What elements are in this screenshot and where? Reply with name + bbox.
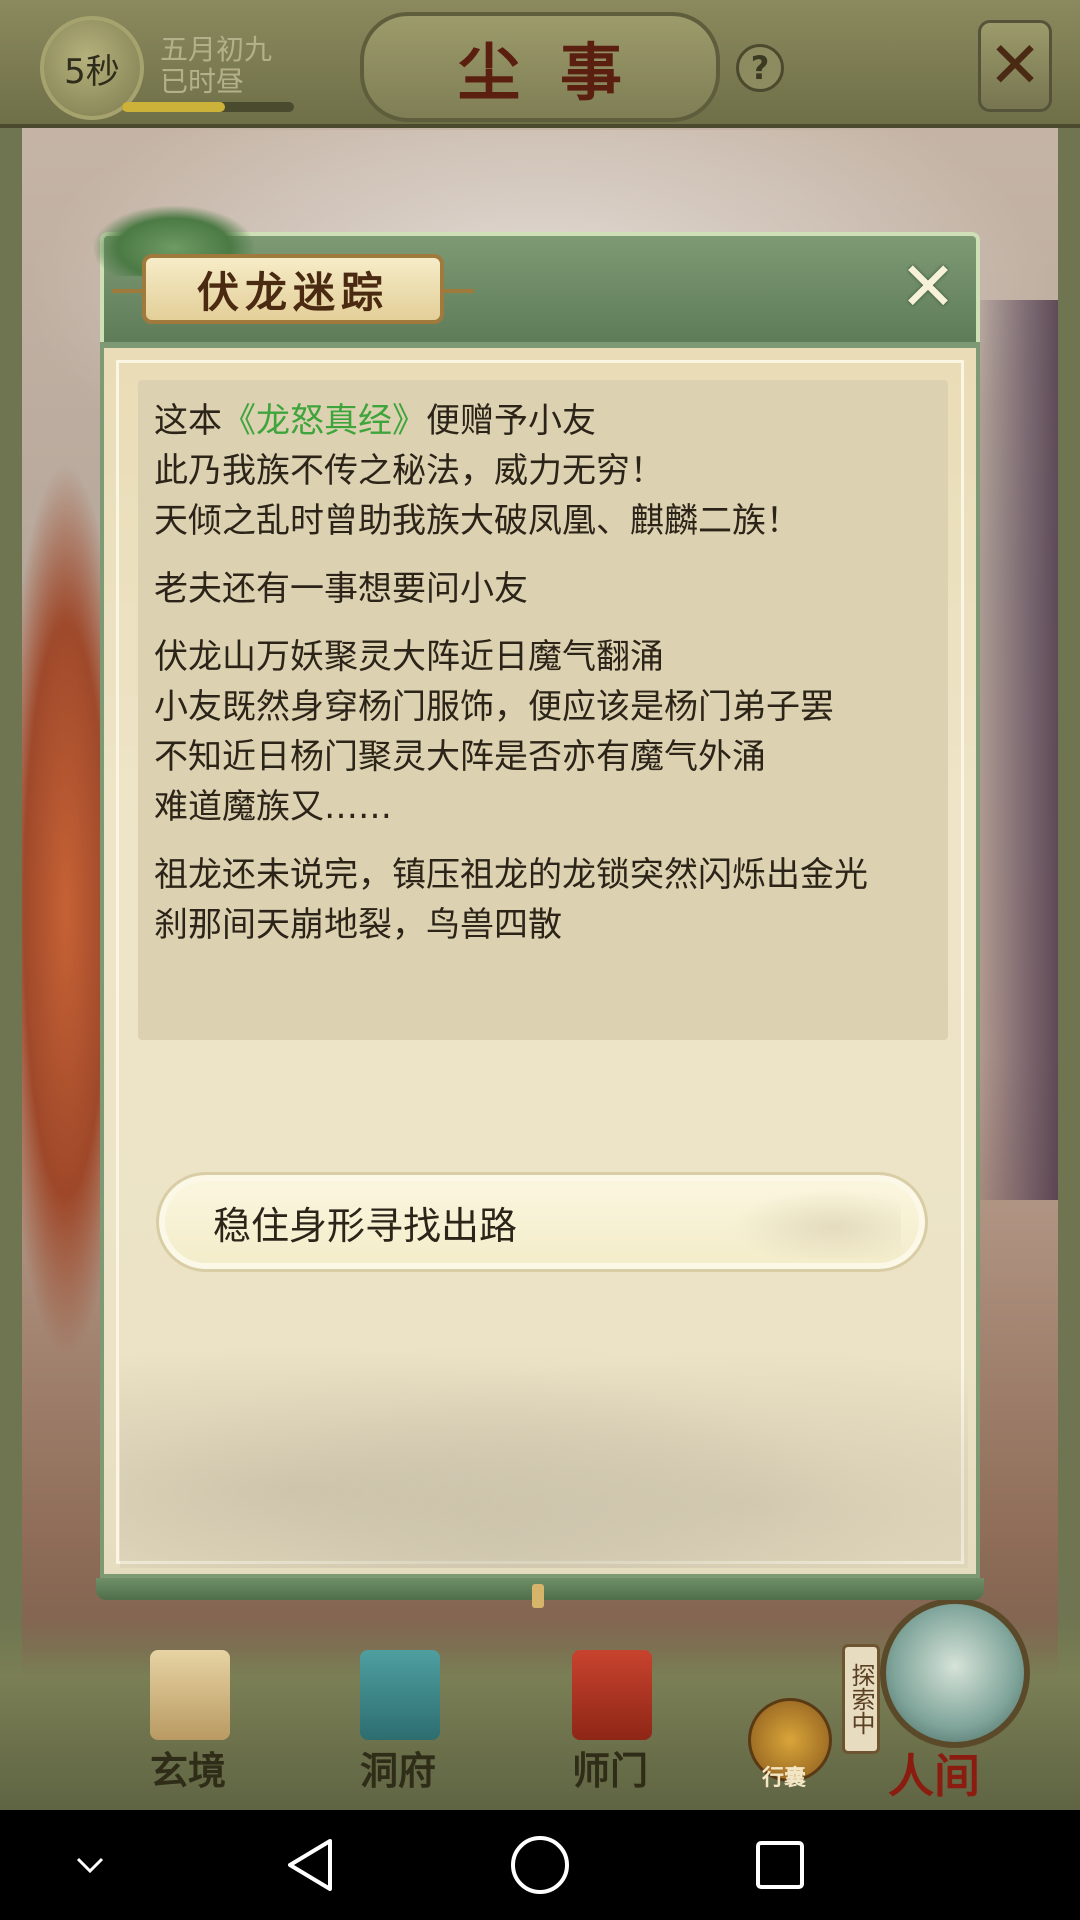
recents-icon[interactable] [730, 1810, 830, 1920]
story-text: 不知近日杨门聚灵大阵是否亦有魔气外涌 [154, 737, 766, 777]
close-icon[interactable]: ✕ [978, 20, 1052, 112]
story-text: 老夫还有一事想要问小友 [154, 569, 528, 609]
story-text: 天倾之乱时曾助我族大破凤凰、麒麟二族！ [154, 501, 800, 541]
page-title: 尘事 [360, 12, 720, 122]
world-icon[interactable] [880, 1598, 1030, 1748]
highlighted-item-name: 《龙怒真经》 [222, 401, 426, 441]
story-line: 此乃我族不传之秘法，威力无穷！ [154, 446, 932, 496]
story-line: 这本《龙怒真经》便赠予小友 [154, 396, 932, 446]
chevron-down-icon[interactable] [50, 1810, 130, 1920]
story-paragraph: 祖龙还未说完，镇压祖龙的龙锁突然闪烁出金光 刹那间天崩地裂，鸟兽四散 [154, 850, 932, 950]
ink-mountain-illustration [120, 1308, 968, 1568]
day-progress-fill [122, 102, 226, 112]
choice-button[interactable]: 稳住身形寻找出路 [156, 1172, 928, 1272]
pavilion-icon[interactable] [360, 1650, 440, 1740]
story-line: 小友既然身穿杨门服饰，便应该是杨门弟子罢 [154, 682, 932, 732]
story-line: 老夫还有一事想要问小友 [154, 564, 932, 614]
cloud-ornament [731, 1189, 901, 1259]
back-icon[interactable] [260, 1810, 360, 1920]
story-line: 不知近日杨门聚灵大阵是否亦有魔气外涌 [154, 732, 932, 782]
nav-shimen[interactable]: 师门 [572, 1740, 648, 1795]
nav-dongfu[interactable]: 洞府 [360, 1740, 436, 1795]
story-text: 便赠予小友 [426, 401, 596, 441]
dialog-title: 伏龙迷踪 [112, 254, 474, 324]
story-line: 伏龙山万妖聚灵大阵近日魔气翻涌 [154, 632, 932, 682]
story-text: 小友既然身穿杨门服饰，便应该是杨门弟子罢 [154, 687, 834, 727]
story-text: 这本 [154, 401, 222, 441]
story-text: 伏龙山万妖聚灵大阵近日魔气翻涌 [154, 637, 664, 677]
story-paragraph: 这本《龙怒真经》便赠予小友此乃我族不传之秘法，威力无穷！ 天倾之乱时曾助我族大破凤… [154, 396, 932, 546]
bottom-pin [532, 1584, 544, 1608]
event-dialog: 伏龙迷踪 ✕ 这本《龙怒真经》便赠予小友此乃我族不传之秘法，威力无穷！ 天倾之乱时… [94, 206, 984, 1608]
timer-label: 5秒 [64, 51, 120, 92]
system-nav-bar [0, 1810, 1080, 1920]
story-text: 祖龙还未说完，镇压祖龙的龙锁突然闪烁出金光 [154, 855, 868, 895]
story-line: 天倾之乱时曾助我族大破凤凰、麒麟二族！ [154, 496, 932, 546]
story-text: 此乃我族不传之秘法，威力无穷！ [154, 451, 664, 491]
day-progress-bar [122, 102, 294, 112]
game-screen: 5秒 五月初九 已时昼 尘事 ? ✕ 玄境 洞府 师门 行囊 探索中 人间 伏龙… [0, 0, 1080, 1920]
banner-icon[interactable] [572, 1650, 652, 1740]
story-text: 难道魔族又…… [154, 787, 392, 827]
dialog-body: 这本《龙怒真经》便赠予小友此乃我族不传之秘法，威力无穷！ 天倾之乱时曾助我族大破凤… [100, 342, 980, 1578]
explore-status-tag: 探索中 [842, 1644, 880, 1754]
story-paragraph: 老夫还有一事想要问小友 [154, 564, 932, 614]
nav-renjian[interactable]: 人间 [888, 1740, 980, 1806]
scroll-icon[interactable] [150, 1650, 230, 1740]
home-icon[interactable] [490, 1810, 590, 1920]
story-line: 刹那间天崩地裂，鸟兽四散 [154, 900, 932, 950]
story-line: 难道魔族又…… [154, 782, 932, 832]
dialog-header: 伏龙迷踪 ✕ [94, 206, 980, 342]
story-text-box: 这本《龙怒真经》便赠予小友此乃我族不传之秘法，威力无穷！ 天倾之乱时曾助我族大破凤… [138, 380, 948, 1040]
time-of-day: 已时昼 [160, 65, 245, 98]
story-paragraph: 伏龙山万妖聚灵大阵近日魔气翻涌小友既然身穿杨门服饰，便应该是杨门弟子罢 不知近日杨… [154, 632, 932, 832]
close-icon[interactable]: ✕ [896, 254, 960, 322]
nav-xuanjing[interactable]: 玄境 [150, 1740, 226, 1795]
top-bar: 5秒 五月初九 已时昼 尘事 ? ✕ [0, 0, 1080, 128]
story-text: 刹那间天崩地裂，鸟兽四散 [154, 905, 562, 945]
choice-label: 稳住身形寻找出路 [213, 1203, 518, 1248]
help-icon[interactable]: ? [736, 44, 784, 92]
story-line: 祖龙还未说完，镇压祖龙的龙锁突然闪烁出金光 [154, 850, 932, 900]
bottom-nav: 玄境 洞府 师门 行囊 探索中 人间 [0, 1598, 1080, 1810]
nav-xingnang[interactable]: 行囊 [762, 1760, 806, 1792]
